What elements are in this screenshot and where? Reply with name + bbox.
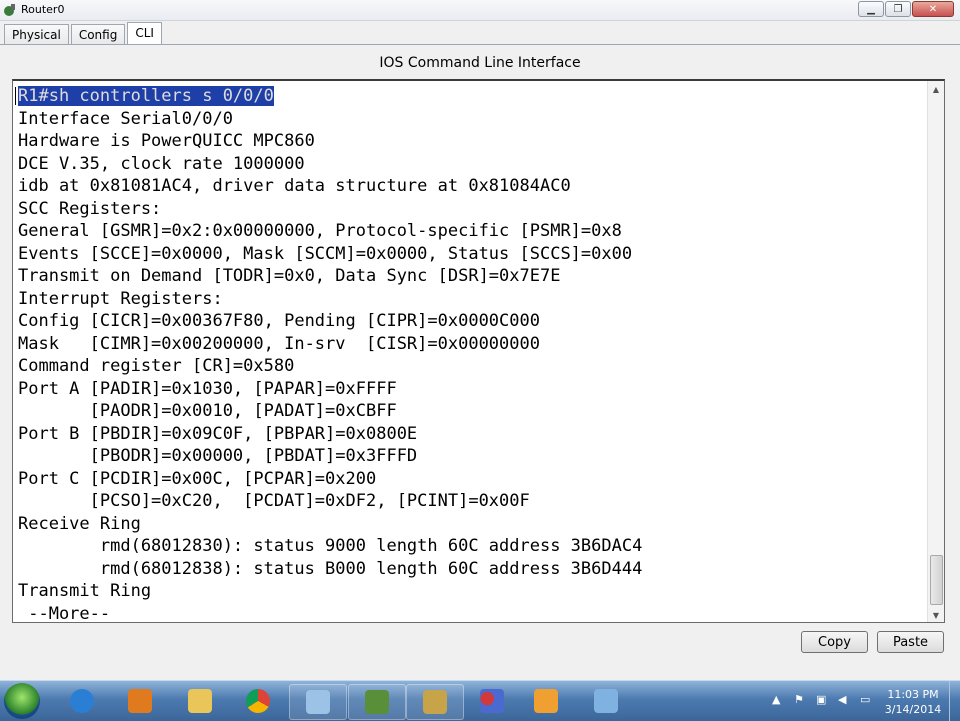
tab-config[interactable]: Config bbox=[70, 24, 126, 45]
clock-time: 11:03 PM bbox=[887, 688, 939, 701]
volume-icon[interactable]: ◀ bbox=[838, 693, 852, 707]
paste-button[interactable]: Paste bbox=[877, 631, 944, 653]
tab-physical[interactable]: Physical bbox=[4, 24, 69, 45]
command-output: Interface Serial0/0/0 Hardware is PowerQ… bbox=[18, 108, 643, 623]
flag-icon[interactable]: ⚑ bbox=[794, 693, 808, 707]
taskbar-item-notepad[interactable] bbox=[289, 684, 347, 720]
taskbar-item-media[interactable] bbox=[112, 684, 168, 718]
cisco-app-icon bbox=[534, 689, 558, 713]
router-app-icon bbox=[4, 4, 15, 16]
show-hidden-icons-icon[interactable]: ▲ bbox=[772, 693, 786, 707]
scroll-thumb[interactable] bbox=[930, 555, 943, 605]
start-button[interactable] bbox=[4, 683, 40, 719]
taskbar-item-ie[interactable] bbox=[54, 684, 110, 718]
window-controls: ▁ ❐ ✕ bbox=[857, 1, 954, 17]
scroll-down-arrow-icon[interactable]: ▼ bbox=[928, 607, 944, 622]
chrome-icon bbox=[246, 689, 270, 713]
system-tray: ▲ ⚑ ▣ ◀ ▭ bbox=[772, 693, 874, 707]
taskbar: ▲ ⚑ ▣ ◀ ▭ 11:03 PM 3/14/2014 bbox=[0, 680, 960, 721]
taskbar-item-chrome[interactable] bbox=[230, 684, 286, 718]
scroll-up-arrow-icon[interactable]: ▲ bbox=[928, 81, 944, 97]
cli-console[interactable]: R1#sh controllers s 0/0/0 Interface Seri… bbox=[12, 79, 945, 623]
router-app-icon bbox=[423, 690, 447, 714]
close-button[interactable]: ✕ bbox=[912, 1, 954, 17]
taskbar-item-explorer[interactable] bbox=[172, 684, 228, 718]
molecule-app-icon bbox=[480, 689, 504, 713]
clock[interactable]: 11:03 PM 3/14/2014 bbox=[880, 687, 946, 717]
cli-heading: IOS Command Line Interface bbox=[379, 55, 581, 71]
internet-explorer-icon bbox=[70, 689, 94, 713]
file-explorer-icon bbox=[188, 689, 212, 713]
text-cursor bbox=[15, 87, 16, 105]
vertical-scrollbar[interactable]: ▲ ▼ bbox=[927, 81, 944, 622]
media-player-icon bbox=[128, 689, 152, 713]
notepad-icon bbox=[306, 690, 330, 714]
restore-button[interactable]: ❐ bbox=[885, 1, 911, 17]
console-output: R1#sh controllers s 0/0/0 Interface Seri… bbox=[18, 85, 643, 623]
copy-button[interactable]: Copy bbox=[801, 631, 868, 653]
action-center-icon[interactable]: ▭ bbox=[860, 693, 874, 707]
taskbar-item-packet-tracer[interactable] bbox=[348, 684, 406, 720]
tab-bar: Physical Config CLI bbox=[4, 22, 164, 45]
show-desktop-button[interactable] bbox=[949, 681, 960, 721]
taskbar-item-paint[interactable] bbox=[578, 684, 634, 718]
taskbar-item-molecule[interactable] bbox=[464, 684, 520, 718]
paint-icon bbox=[594, 689, 618, 713]
taskbar-item-cisco[interactable] bbox=[518, 684, 574, 718]
title-bar: Router0 ▁ ❐ ✕ bbox=[0, 0, 960, 21]
taskbar-item-router[interactable] bbox=[406, 684, 464, 720]
network-icon[interactable]: ▣ bbox=[816, 693, 830, 707]
minimize-button[interactable]: ▁ bbox=[858, 1, 884, 17]
window-title: Router0 bbox=[21, 3, 65, 16]
packet-tracer-icon bbox=[365, 690, 389, 714]
cli-panel: IOS Command Line Interface R1#sh control… bbox=[0, 44, 960, 685]
tab-cli[interactable]: CLI bbox=[127, 22, 162, 45]
selected-command: R1#sh controllers s 0/0/0 bbox=[18, 86, 274, 106]
clock-date: 3/14/2014 bbox=[884, 703, 942, 716]
